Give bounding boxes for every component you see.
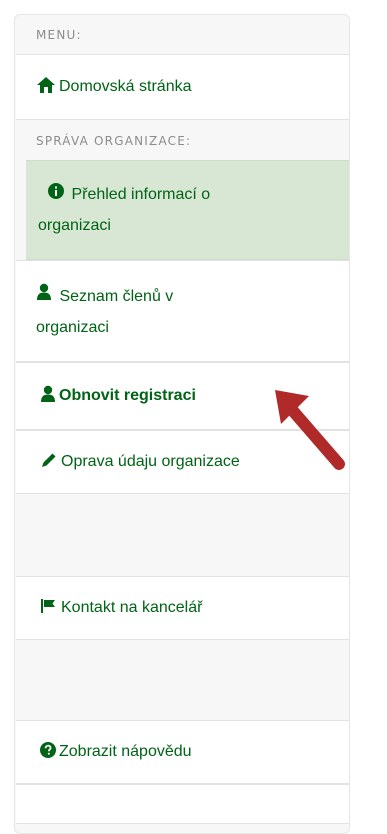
menu-header: MENU:	[36, 28, 82, 42]
napoveda-label: Zobrazit nápovědu	[59, 743, 192, 760]
seznam-label-line1: Seznam členů v	[59, 288, 174, 305]
home-icon	[36, 76, 56, 99]
oprava-label: Oprava údaju organizace	[61, 453, 240, 470]
flag-icon	[40, 598, 58, 619]
home-label: Domovská stránka	[59, 78, 192, 95]
sidebar-item-napoveda[interactable]: Zobrazit nápovědu	[16, 720, 349, 784]
kontakt-label: Kontakt na kancelář	[61, 599, 203, 616]
info-circle-icon	[48, 179, 64, 210]
sidebar-item-kontakt[interactable]: Kontakt na kancelář	[16, 576, 349, 640]
sidebar-item-seznam-clenu[interactable]: Seznam členů v organizaci	[16, 260, 349, 362]
user-icon	[36, 281, 52, 312]
pencil-icon	[40, 451, 58, 474]
obnovit-label: Obnovit registraci	[59, 387, 196, 404]
prehled-label-line1: Přehled informací o	[71, 186, 211, 203]
question-circle-icon	[40, 741, 56, 763]
red-arrow-annotation	[275, 390, 345, 470]
sidebar-item-home[interactable]: Domovská stránka	[16, 54, 349, 120]
seznam-label-line2: organizaci	[36, 319, 109, 337]
sidebar-item-empty	[16, 784, 349, 824]
section-label-sprava: SPRÁVA ORGANIZACE:	[36, 134, 192, 148]
prehled-label-line2: organizaci	[38, 217, 111, 235]
user-icon	[40, 385, 56, 408]
sidebar-item-prehled[interactable]: Přehled informací o organizaci	[26, 160, 349, 260]
